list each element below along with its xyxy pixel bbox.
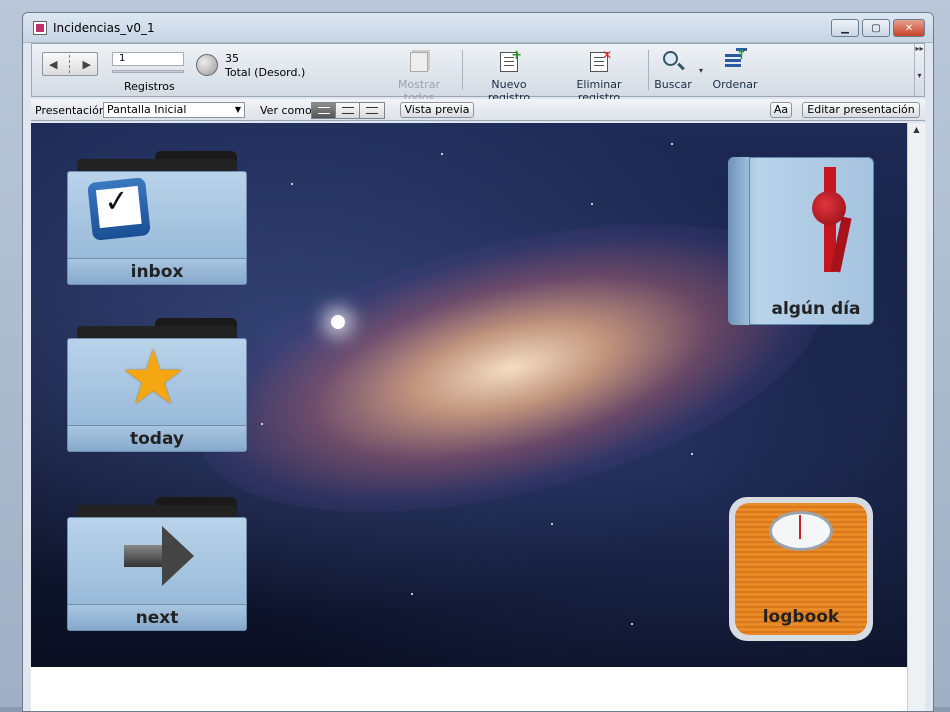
edit-layout-button[interactable]: Editar presentación [802, 102, 920, 118]
current-record-input[interactable]: 1 [112, 52, 184, 66]
preview-button[interactable]: Vista previa [400, 102, 474, 118]
record-slider[interactable] [112, 70, 184, 73]
sort-icon: ↑ [722, 48, 748, 74]
close-button[interactable]: ✕ [893, 19, 925, 37]
next-button[interactable]: next [67, 497, 247, 631]
next-label: next [135, 608, 179, 628]
found-set-pie-icon [196, 54, 218, 76]
scale-icon [769, 511, 833, 551]
star-icon: ★ [120, 335, 187, 421]
wax-seal-icon [812, 191, 846, 225]
toolbar-separator [648, 50, 649, 90]
magnifier-icon [660, 50, 686, 74]
desktop-background: Incidencias_v0_1 ▁ ▢ ✕ ◀ ▶ 1 Registros 3… [0, 0, 950, 712]
today-button[interactable]: ★ today [67, 318, 247, 452]
title-bar: Incidencias_v0_1 ▁ ▢ ✕ [23, 13, 933, 43]
chevron-down-icon: ▼ [234, 105, 241, 114]
star [631, 623, 633, 625]
view-as-label: Ver como: [260, 104, 316, 117]
window-controls: ▁ ▢ ✕ [831, 19, 925, 37]
someday-label: algún día [771, 299, 861, 319]
layout-label: Presentación: [35, 104, 110, 117]
maximize-button[interactable]: ▢ [862, 19, 890, 37]
previous-record-icon[interactable]: ◀ [49, 58, 57, 71]
layout-select-value: Pantalla Inicial [107, 103, 187, 116]
find-label: Buscar [654, 78, 692, 91]
logbook-label: logbook [762, 607, 840, 627]
star [671, 143, 673, 145]
layout-bar: Presentación: Pantalla Inicial ▼ Ver com… [31, 99, 925, 121]
inbox-icon: ✓ [87, 177, 151, 241]
window-title: Incidencias_v0_1 [53, 21, 155, 35]
text-size-button[interactable]: Aa [770, 102, 792, 118]
star [691, 453, 693, 455]
app-icon [33, 21, 47, 35]
delete-record-button[interactable]: ✕ Eliminar registro [555, 48, 643, 104]
star [551, 523, 553, 525]
home-layout-canvas: ✓ inbox ★ today next algún día logbook [31, 123, 907, 667]
find-dropdown-icon[interactable]: ▾ [699, 66, 703, 75]
sort-label: Ordenar [712, 78, 758, 91]
minimize-button[interactable]: ▁ [831, 19, 859, 37]
scroll-up-icon[interactable]: ▲ [908, 123, 925, 134]
someday-button[interactable]: algún día [728, 157, 874, 325]
star [261, 423, 263, 425]
vertical-scrollbar[interactable]: ▲ [907, 123, 925, 711]
logbook-button[interactable]: logbook [729, 497, 873, 641]
star [441, 153, 443, 155]
star [591, 203, 593, 205]
toolbar-separator [462, 50, 463, 90]
total-count: 35 [225, 52, 239, 65]
delete-record-icon: ✕ [586, 48, 612, 74]
view-as-toggle[interactable] [311, 102, 385, 119]
arrow-right-icon [124, 526, 194, 586]
today-label: today [129, 429, 184, 449]
find-button[interactable]: Buscar [652, 50, 694, 91]
stack-icon [406, 50, 432, 74]
view-as-list-button[interactable] [336, 103, 360, 118]
view-as-table-button[interactable] [360, 103, 384, 118]
star [291, 183, 293, 185]
total-status: Total (Desord.) [225, 66, 306, 79]
sort-button[interactable]: ↑ Ordenar [710, 48, 760, 91]
next-record-icon[interactable]: ▶ [83, 58, 91, 71]
book-spine-icon [69, 55, 72, 73]
inbox-button[interactable]: ✓ inbox [67, 151, 247, 285]
app-window: Incidencias_v0_1 ▁ ▢ ✕ ◀ ▶ 1 Registros 3… [22, 12, 934, 712]
new-record-button[interactable]: + Nuevo registro [470, 48, 548, 104]
records-label: Registros [124, 80, 175, 93]
bright-star [331, 315, 345, 329]
layout-select[interactable]: Pantalla Inicial ▼ [103, 102, 245, 118]
inbox-label: inbox [130, 262, 184, 282]
new-record-icon: + [496, 48, 522, 74]
star [411, 593, 413, 595]
layout-empty-area [31, 667, 907, 711]
toolbar-customize[interactable]: ▸▸ ▾ [914, 44, 924, 96]
status-toolbar: ◀ ▶ 1 Registros 35 Total (Desord.) Mostr… [31, 43, 925, 104]
record-navigator[interactable]: ◀ ▶ [42, 52, 98, 76]
view-as-form-button[interactable] [312, 103, 336, 118]
show-all-button[interactable]: Mostrar todos [382, 50, 456, 104]
